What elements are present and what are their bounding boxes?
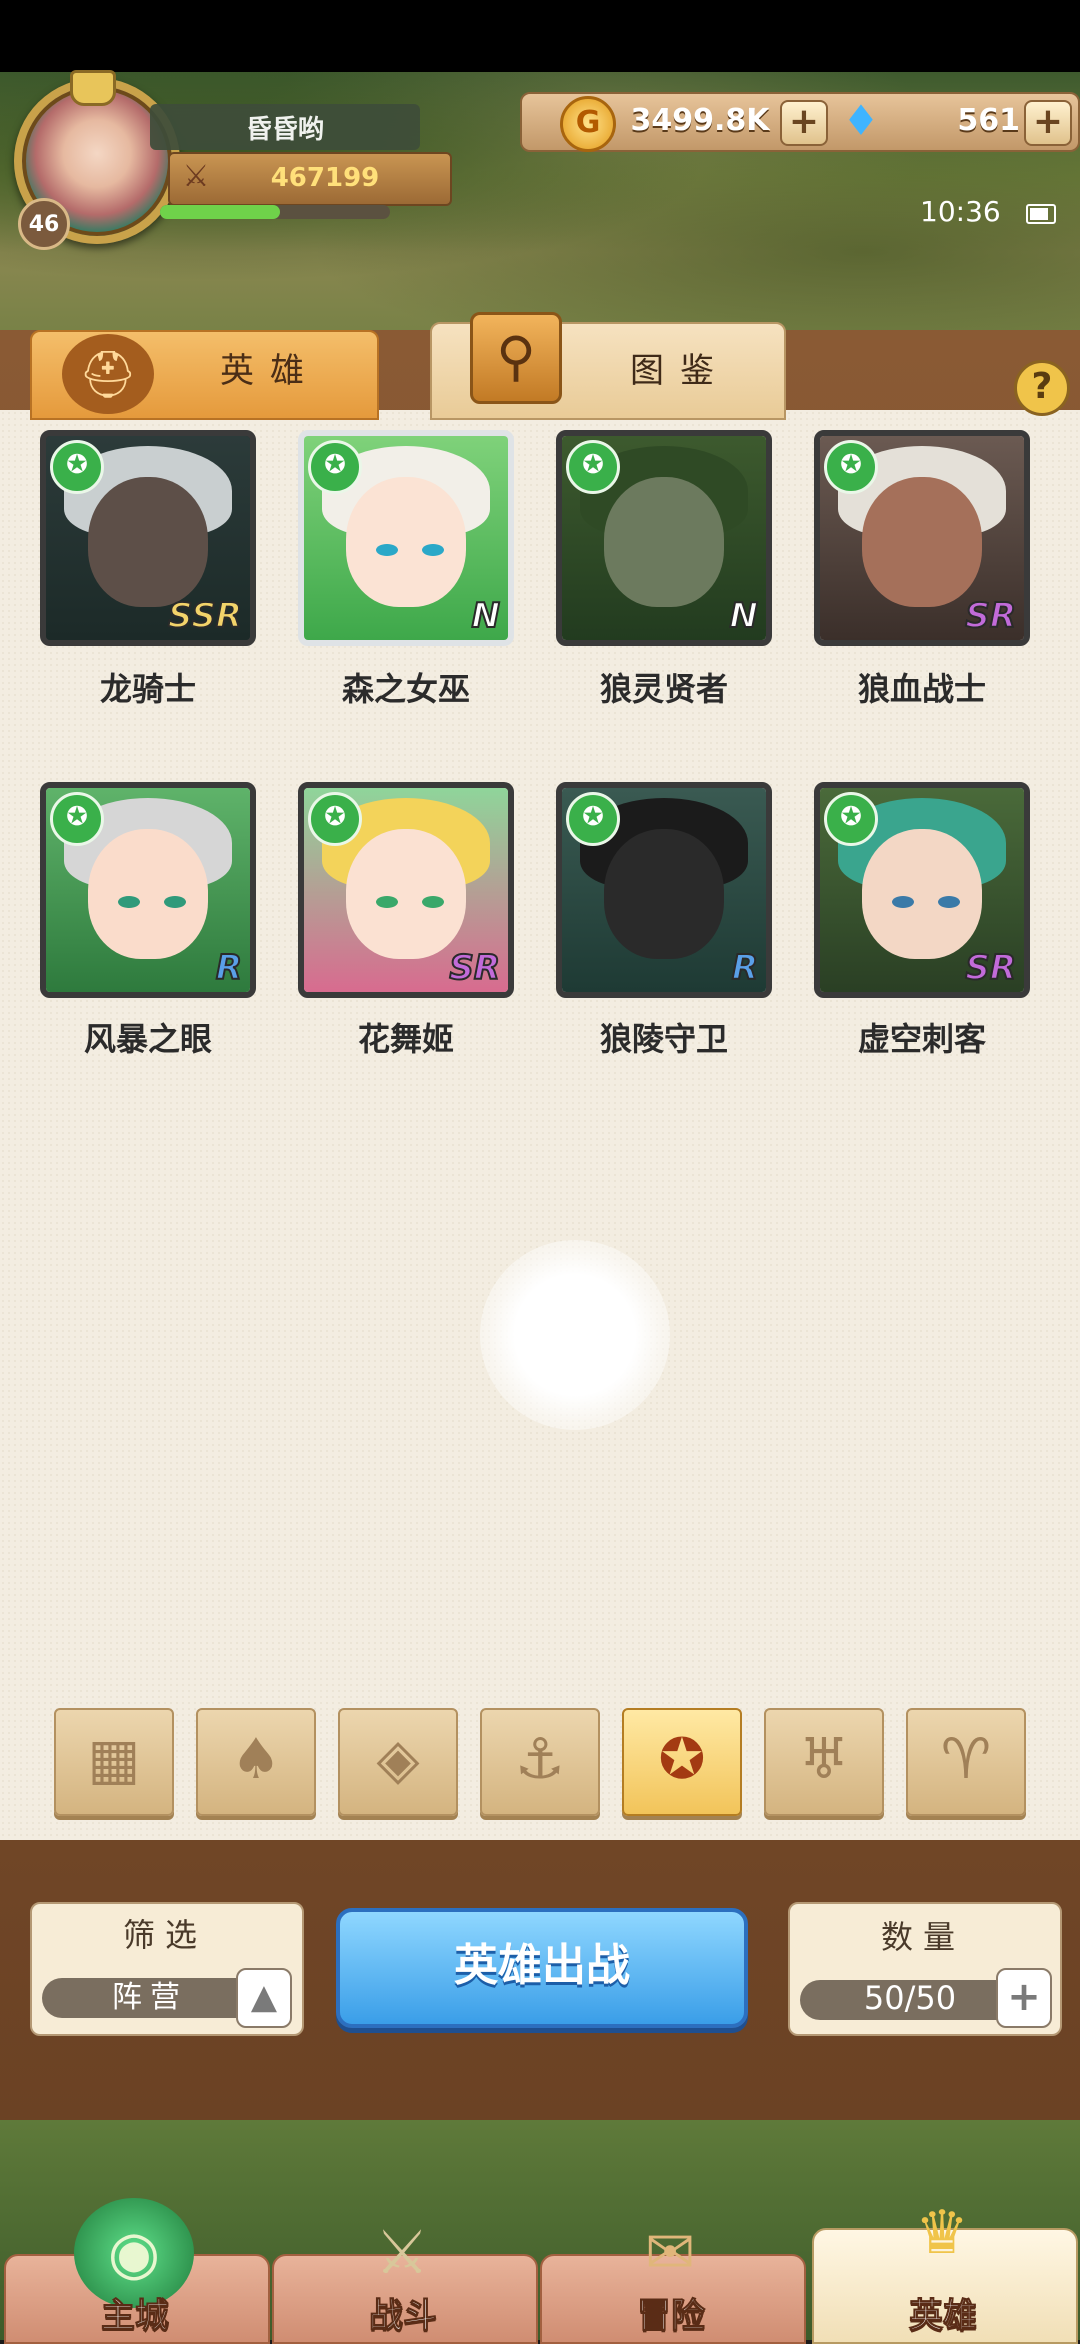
clock: 10:36 [920, 195, 1001, 228]
hero-name: 花舞姬 [357, 1020, 454, 1058]
tab-heroes-label: 英雄 [220, 351, 320, 391]
filter-demon-button[interactable]: ♅ [764, 1708, 884, 1816]
filter-title: 筛选 [122, 1916, 207, 1954]
knight-helmet-icon: ⛑ [62, 334, 154, 414]
rarity-label: N [729, 595, 760, 637]
hero-helmet-icon: ♛ [915, 2198, 969, 2268]
system-status-bar [0, 0, 1080, 72]
add-gold-button[interactable]: + [780, 100, 828, 146]
diamond-icon: ◈ [376, 1727, 420, 1792]
chevron-up-button[interactable]: ▲ [236, 1968, 292, 2028]
demon-icon: ♅ [798, 1727, 850, 1792]
filter-horns-button[interactable]: ♈ [906, 1708, 1026, 1816]
hero-name: 狼陵守卫 [599, 1020, 728, 1058]
crossed-swords-icon: ⚔ [182, 159, 210, 194]
wolf-faction-icon: ✪ [308, 792, 362, 846]
add-gem-button[interactable]: + [1024, 100, 1072, 146]
grid-icon: ▦ [87, 1727, 141, 1792]
nav-adventure-label: 冒险 [637, 2296, 706, 2337]
gem-amount: 561 [957, 103, 1020, 138]
magnifier-icon: ⚲ [470, 312, 562, 404]
hero-card[interactable]: ✪ SSR [40, 430, 256, 646]
filter-wolf-button[interactable]: ✪ [622, 1708, 742, 1816]
wolf-faction-icon: ✪ [566, 792, 620, 846]
hero-card[interactable]: ✪ N [556, 430, 772, 646]
helmet-crest-icon [70, 70, 116, 106]
touch-glow [480, 1240, 670, 1430]
player-level-badge: 46 [18, 198, 70, 250]
wolf-faction-icon: ✪ [50, 792, 104, 846]
rarity-label: SR [964, 947, 1017, 989]
exp-bar-fill [160, 205, 280, 219]
hero-name: 虚空刺客 [857, 1020, 986, 1058]
diamond-gem-icon: ♦ [842, 96, 880, 145]
rarity-label: SR [448, 947, 501, 989]
anchor-icon: ⚓ [514, 1727, 566, 1792]
hero-card[interactable]: ✪ SR [814, 430, 1030, 646]
wolf-faction-icon: ✪ [824, 440, 878, 494]
hero-count-value: 50/50 [863, 1979, 957, 2017]
horns-icon: ♈ [940, 1727, 992, 1792]
wolf-faction-icon: ✪ [308, 440, 362, 494]
hero-name: 狼灵贤者 [599, 670, 728, 708]
wolf-icon: ✪ [658, 1727, 706, 1792]
filter-diamond-button[interactable]: ◈ [338, 1708, 458, 1816]
rarity-label: SR [964, 595, 1017, 637]
hero-card[interactable]: ✪ N [298, 430, 514, 646]
player-name: 昏昏哟 [150, 104, 420, 150]
filter-all-button[interactable]: ▦ [54, 1708, 174, 1816]
deploy-heroes-button[interactable]: 英雄出战 [336, 1908, 748, 2028]
battery-icon [1026, 204, 1056, 224]
hero-count-title: 数量 [880, 1918, 965, 1956]
nav-battle-label: 战斗 [369, 2296, 438, 2337]
nav-heroes-label: 英雄 [909, 2296, 978, 2337]
filter-leaf-button[interactable]: ♠ [196, 1708, 316, 1816]
tab-codex-label: 图鉴 [630, 351, 730, 391]
hero-card[interactable]: ✪ SR [814, 782, 1030, 998]
filter-value: 阵营 [112, 1980, 188, 2015]
rarity-label: N [471, 595, 502, 637]
gold-coin-icon: G [560, 96, 616, 152]
hero-card[interactable]: ✪ SR [298, 782, 514, 998]
wolf-faction-icon: ✪ [566, 440, 620, 494]
gold-amount: 3499.8K [630, 103, 770, 138]
leaf-icon: ♠ [230, 1727, 282, 1792]
rarity-label: R [731, 947, 759, 989]
hero-name: 森之女巫 [341, 670, 470, 708]
hero-name: 狼血战士 [857, 670, 986, 708]
wolf-faction-icon: ✪ [824, 792, 878, 846]
hero-name: 龙骑士 [99, 670, 196, 708]
filter-anchor-button[interactable]: ⚓ [480, 1708, 600, 1816]
combat-power-value: 467199 [270, 163, 380, 193]
hero-card[interactable]: ✪ R [556, 782, 772, 998]
wolf-faction-icon: ✪ [50, 440, 104, 494]
help-button[interactable]: ? [1014, 360, 1070, 416]
hero-name: 风暴之眼 [83, 1020, 212, 1058]
rarity-label: R [215, 947, 243, 989]
hero-card[interactable]: ✪ R [40, 782, 256, 998]
rarity-label: SSR [167, 595, 243, 637]
expand-capacity-button[interactable]: + [996, 1968, 1052, 2028]
nav-main-city-label: 主城 [101, 2296, 170, 2337]
